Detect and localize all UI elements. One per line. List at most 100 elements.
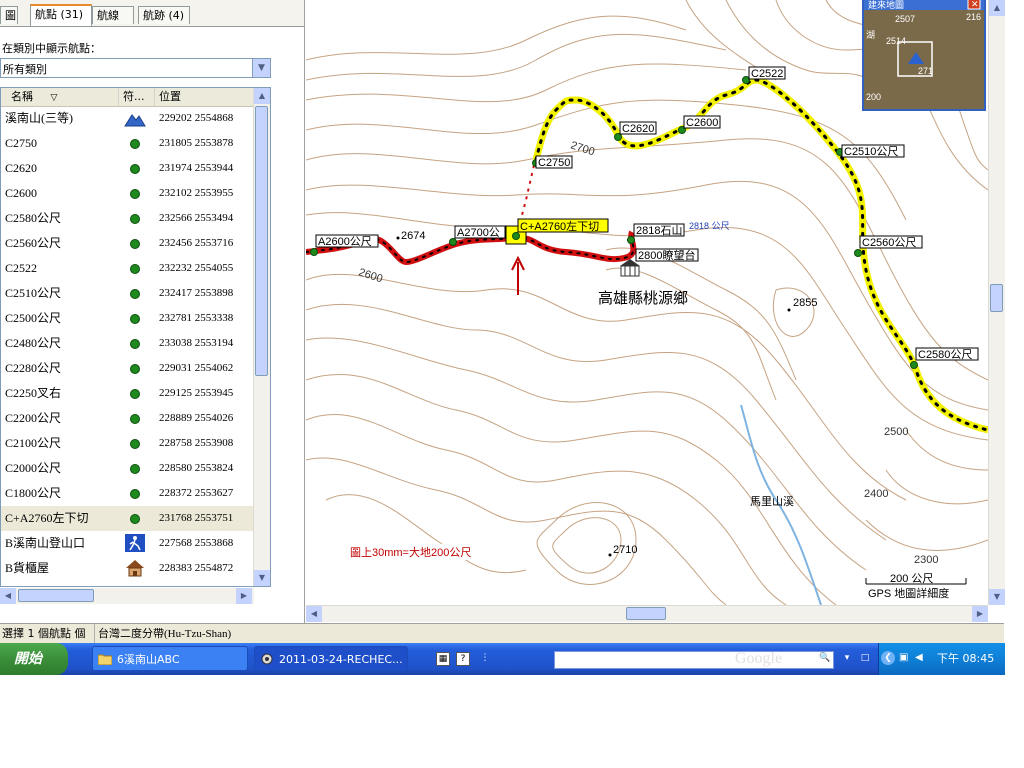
tab-tracks[interactable]: 航跡 (4): [138, 6, 190, 24]
waypoint-name: B貨櫃屋: [5, 561, 50, 575]
waypoint-row[interactable]: C2200公尺 228889 2554026: [1, 406, 255, 431]
waypoint-row[interactable]: C2250叉右 229125 2553945: [1, 381, 255, 406]
marker-c2580[interactable]: [910, 361, 918, 369]
waypoint-name: C2280公尺: [5, 361, 62, 375]
waypoint-row[interactable]: C2560公尺 232456 2553716: [1, 231, 255, 256]
label-township: 高雄縣桃源鄉: [598, 290, 688, 307]
waypoint-row[interactable]: C2480公尺 233038 2553194: [1, 331, 255, 356]
list-horizontal-scrollbar[interactable]: ◀ ▶: [0, 588, 254, 604]
waypoint-row[interactable]: B溪南山登山口 227568 2553868: [1, 531, 255, 556]
green-dot-icon: [123, 131, 147, 156]
scroll-left-icon[interactable]: ◀: [0, 588, 16, 604]
category-filter-label: 在類別中顯示航點：: [2, 42, 101, 55]
column-name[interactable]: 名稱 ▽: [1, 88, 119, 106]
search-watermark: Google: [735, 650, 783, 667]
waypoint-row[interactable]: C2522 232232 2554055: [1, 256, 255, 281]
map-horizontal-scrollbar[interactable]: ◀ ▶: [306, 605, 988, 622]
start-button[interactable]: 開始: [0, 643, 68, 675]
map-vertical-scrollbar[interactable]: ▲ ▼: [988, 0, 1005, 605]
waypoint-row[interactable]: C2600 232102 2553955: [1, 181, 255, 206]
waypoint-row[interactable]: C2500公尺 232781 2553338: [1, 306, 255, 331]
marker-c2560[interactable]: [854, 249, 862, 257]
waypoint-position: 229202 2554868: [159, 112, 234, 124]
waypoint-row[interactable]: C2750 231805 2553878: [1, 131, 255, 156]
map-hscroll-thumb[interactable]: [626, 607, 666, 620]
topo-map[interactable]: 2674 2855 2710 2700 2600 2500 2400 2300 …: [306, 0, 988, 605]
tab-map[interactable]: 圖: [0, 6, 18, 24]
status-bar: 選擇 1 個航點 個 台灣二度分帶(Hu-Tzu-Shan): [0, 623, 1004, 644]
scroll-right-icon[interactable]: ▶: [236, 588, 252, 604]
clock[interactable]: 下午 08:45: [937, 643, 994, 675]
label-2818-elev: 2818 公尺: [689, 221, 730, 231]
spot-2710: 2710: [613, 544, 637, 556]
network-icon[interactable]: ▣: [899, 652, 908, 663]
map-vscroll-thumb[interactable]: [990, 284, 1003, 312]
waypoint-name: C2750: [5, 136, 38, 150]
waypoint-name: C2620: [5, 161, 38, 175]
waypoint-name: B溪南山登山口: [5, 536, 86, 550]
overview-271: 271: [918, 66, 933, 76]
status-selection: 選擇 1 個航點 個: [0, 624, 95, 644]
green-dot-icon: [123, 381, 147, 406]
yellow-track: [532, 76, 988, 434]
scroll-up-icon[interactable]: ▲: [254, 88, 270, 104]
dropdown-icon[interactable]: ▾: [840, 652, 854, 666]
waypoint-name: C1800公尺: [5, 486, 62, 500]
tab-waypoints[interactable]: 航點 (31): [30, 4, 92, 26]
waypoint-row[interactable]: B貨櫃屋 228383 2554872: [1, 556, 255, 581]
list-scroll-thumb[interactable]: [255, 106, 268, 376]
category-select-value: 所有類別: [3, 63, 47, 76]
tray-expand-icon[interactable]: ❮: [881, 651, 895, 665]
green-dot-icon: [123, 506, 147, 531]
label-c2510: C2510公尺: [844, 146, 898, 158]
map-scroll-down-icon[interactable]: ▼: [989, 589, 1005, 605]
category-select[interactable]: 所有類別 ▼: [0, 58, 271, 78]
search-input[interactable]: Google: [554, 650, 834, 669]
waypoint-position: 228758 2553908: [159, 437, 234, 449]
waypoint-row[interactable]: C2620 231974 2553944: [1, 156, 255, 181]
marker-2800[interactable]: [627, 236, 635, 244]
search-icon[interactable]: 🔍: [818, 652, 832, 666]
waypoint-position: 228580 2553824: [159, 462, 234, 474]
close-icon[interactable]: ✕: [971, 0, 979, 9]
waypoint-row[interactable]: C2100公尺 228758 2553908: [1, 431, 255, 456]
waypoint-row[interactable]: C2510公尺 232417 2553898: [1, 281, 255, 306]
label-2800: 2800瞭望台: [638, 248, 695, 262]
map-scroll-right-icon[interactable]: ▶: [972, 606, 988, 622]
marker-a2600[interactable]: [310, 248, 318, 256]
map-view[interactable]: 2674 2855 2710 2700 2600 2500 2400 2300 …: [306, 0, 988, 605]
map-scroll-up-icon[interactable]: ▲: [989, 0, 1005, 16]
chevron-down-icon[interactable]: ▼: [252, 59, 270, 77]
menu-icon[interactable]: ⋮: [478, 652, 492, 666]
waypoint-row[interactable]: C1800公尺 228372 2553627: [1, 481, 255, 506]
waypoint-name: C2000公尺: [5, 461, 62, 475]
label-stream: 馬里山溪: [750, 495, 794, 508]
scroll-down-icon[interactable]: ▼: [254, 570, 270, 586]
scale-note: 圖上30mm=大地200公尺: [350, 545, 471, 559]
map-scroll-left-icon[interactable]: ◀: [306, 606, 322, 622]
waypoint-row[interactable]: 溪南山(三等) 229202 2554868: [1, 106, 255, 131]
taskbar-window-button[interactable]: 2011-03-24-RECHEC...: [254, 646, 408, 671]
waypoint-row[interactable]: C+A2760左下切 231768 2553751: [1, 506, 255, 531]
taskbar-folder-button[interactable]: 6溪南山ABC: [92, 646, 248, 671]
marker-a2700[interactable]: [449, 238, 457, 246]
marker-c2620[interactable]: [614, 133, 622, 141]
column-position[interactable]: 位置: [155, 88, 255, 106]
waypoint-name: C+A2760左下切: [5, 511, 89, 525]
tab-routes[interactable]: 航線: [92, 6, 134, 24]
waypoint-row[interactable]: C2000公尺 228580 2553824: [1, 456, 255, 481]
waypoint-row[interactable]: C2280公尺 229031 2554062: [1, 356, 255, 381]
help-icon[interactable]: ?: [456, 652, 470, 666]
waypoint-position: 228889 2554026: [159, 412, 234, 424]
overview-map[interactable]: 建來地圖 ✕ 2507 2514 271 216 200 湖: [862, 0, 986, 111]
waypoint-row[interactable]: C2580公尺 232566 2553494: [1, 206, 255, 231]
volume-icon[interactable]: ◀: [915, 652, 923, 663]
window-icon[interactable]: □: [858, 652, 872, 666]
tab-bar: 圖 航點 (31) 航線 航跡 (4): [0, 0, 304, 27]
list-hscroll-thumb[interactable]: [18, 589, 94, 602]
keyboard-icon[interactable]: ▦: [436, 652, 450, 666]
list-vertical-scrollbar[interactable]: ▲ ▼: [253, 88, 270, 586]
marker-c2522[interactable]: [742, 76, 750, 84]
green-dot-icon: [123, 356, 147, 381]
column-symbol[interactable]: 符...: [119, 88, 155, 106]
